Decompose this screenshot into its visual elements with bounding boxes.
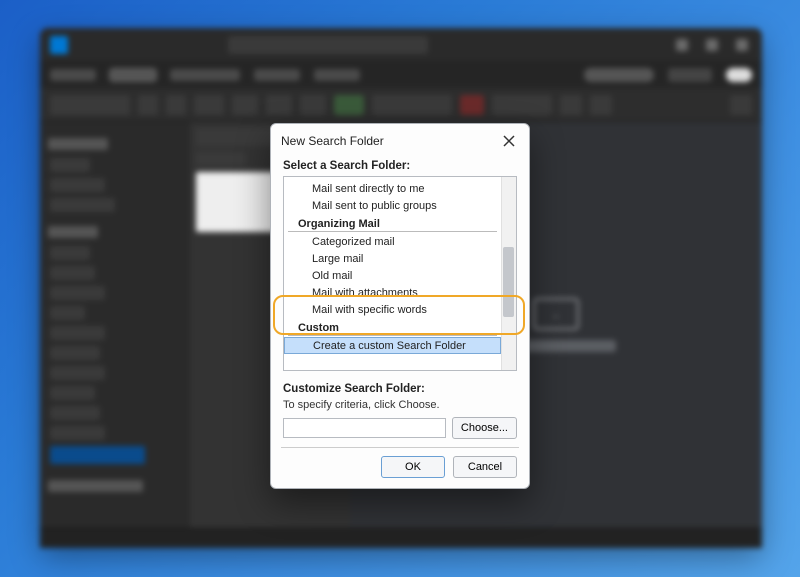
coming-soon-toggle bbox=[584, 68, 654, 82]
list-item[interactable]: Mail with attachments bbox=[284, 284, 501, 301]
list-item[interactable]: Mail sent to public groups bbox=[284, 197, 501, 214]
close-icon bbox=[503, 135, 515, 147]
new-search-folder-dialog: New Search Folder Select a Search Folder… bbox=[270, 123, 530, 489]
tab-view bbox=[254, 69, 300, 81]
tab-file bbox=[50, 69, 96, 81]
list-item[interactable]: Large mail bbox=[284, 250, 501, 267]
ok-button[interactable]: OK bbox=[381, 456, 445, 478]
tab-sendreceive bbox=[170, 69, 240, 81]
customize-label: Customize Search Folder: bbox=[283, 383, 517, 395]
sidebar-item-search-folders bbox=[50, 446, 145, 464]
list-item-selected[interactable]: Create a custom Search Folder bbox=[284, 337, 501, 354]
select-folder-label: Select a Search Folder: bbox=[283, 160, 517, 172]
tab-help bbox=[314, 69, 360, 81]
envelope-icon bbox=[533, 298, 579, 330]
list-item[interactable]: Categorized mail bbox=[284, 233, 501, 250]
app-logo bbox=[50, 36, 68, 54]
list-item[interactable]: Old mail bbox=[284, 267, 501, 284]
window-controls bbox=[676, 39, 762, 51]
list-group-header: Custom bbox=[288, 320, 497, 336]
tab-home bbox=[110, 69, 156, 81]
scrollbar-thumb[interactable] bbox=[503, 247, 514, 317]
cancel-button[interactable]: Cancel bbox=[453, 456, 517, 478]
list-group-header: Organizing Mail bbox=[288, 216, 497, 232]
status-bar bbox=[40, 528, 762, 548]
separator bbox=[281, 447, 519, 448]
toggle-switch bbox=[726, 68, 752, 82]
search-folder-listbox[interactable]: Mail sent directly to me Mail sent to pu… bbox=[283, 176, 517, 371]
new-email-btn bbox=[50, 95, 130, 115]
scrollbar-track[interactable] bbox=[501, 177, 516, 370]
dialog-title: New Search Folder bbox=[281, 134, 384, 148]
criteria-textbox[interactable] bbox=[283, 418, 446, 438]
list-item[interactable]: Mail sent directly to me bbox=[284, 180, 501, 197]
search-bar bbox=[228, 36, 428, 54]
try-it-now-btn bbox=[668, 68, 712, 82]
close-button[interactable] bbox=[499, 131, 519, 151]
choose-button[interactable]: Choose... bbox=[452, 417, 517, 439]
list-item[interactable]: Mail with specific words bbox=[284, 301, 501, 318]
customize-hint: To specify criteria, click Choose. bbox=[283, 399, 517, 411]
